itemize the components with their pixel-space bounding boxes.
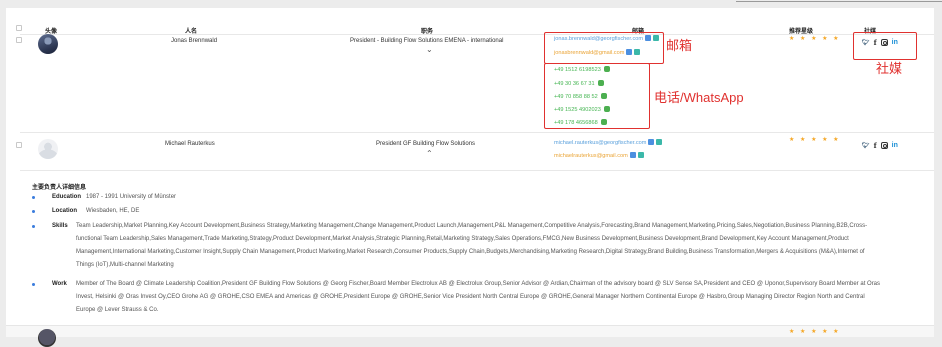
row-divider xyxy=(20,132,934,133)
person-name[interactable]: Jonas Brennwald xyxy=(171,38,217,44)
email-personal-text[interactable]: michaelrauterkus@gmail.com xyxy=(554,153,628,159)
facebook-icon[interactable]: f xyxy=(874,141,877,150)
twitter-icon[interactable]: 🐦︎ xyxy=(862,142,870,149)
detail-skills: Skills Team Leadership,Market Planning,K… xyxy=(32,220,882,272)
detail-value: Member of The Board @ Climate Leadership… xyxy=(76,281,881,313)
row-checkbox[interactable] xyxy=(16,142,22,148)
email-personal[interactable]: michaelrauterkus@gmail.com xyxy=(554,152,644,159)
bullet-icon xyxy=(32,210,35,213)
chevron-up-icon[interactable]: ⌃ xyxy=(426,149,433,158)
phone-annotation-label: 电话/WhatsApp xyxy=(654,90,744,105)
person-name[interactable]: Michael Rauterkus xyxy=(165,141,215,147)
phone-annotation-box xyxy=(544,63,650,129)
verified-badge-icon xyxy=(629,152,636,158)
person-title: President GF Building Flow Solutions xyxy=(376,141,476,147)
email-annotation-box xyxy=(544,32,664,64)
detail-label: Location xyxy=(52,208,77,214)
linkedin-icon[interactable]: in xyxy=(892,142,898,149)
verified-badge-icon xyxy=(648,139,655,145)
table-row: ★ ★ ★ ★ ★ xyxy=(6,325,934,347)
detail-label: Skills xyxy=(52,223,68,229)
detail-value: Team Leadership,Market Planning,Key Acco… xyxy=(76,223,868,268)
user-badge-icon xyxy=(656,139,663,145)
person-title: President - Building Flow Solutions EMEN… xyxy=(350,38,504,44)
bullet-icon xyxy=(32,225,35,228)
chevron-down-icon[interactable]: ⌄ xyxy=(426,45,433,54)
detail-education: Education 1987 - 1991 University of Müns… xyxy=(32,191,882,204)
row-divider xyxy=(20,170,934,171)
rating-stars: ★ ★ ★ ★ ★ xyxy=(789,137,841,143)
email-work-text[interactable]: michael.rauterkus@georgfischer.com xyxy=(554,140,646,146)
user-badge-icon xyxy=(637,152,644,158)
detail-work: Work Member of The Board @ Climate Leade… xyxy=(32,278,882,318)
avatar[interactable] xyxy=(38,329,56,347)
detail-label: Work xyxy=(52,281,67,287)
rating-stars: ★ ★ ★ ★ ★ xyxy=(789,36,841,42)
bullet-icon xyxy=(32,283,35,286)
social-links: 🐦︎ f in xyxy=(862,141,898,150)
social-annotation-label: 社媒 xyxy=(876,61,903,76)
select-all-checkbox[interactable] xyxy=(16,25,22,31)
detail-location: Location Wiesbaden, HE, DE xyxy=(32,205,882,218)
row-checkbox[interactable] xyxy=(16,37,22,43)
email-work[interactable]: michael.rauterkus@georgfischer.com xyxy=(554,139,663,146)
email-annotation-label: 邮箱 xyxy=(666,38,693,53)
detail-label: Education xyxy=(52,194,82,200)
social-annotation-box xyxy=(853,32,917,60)
bullet-icon xyxy=(32,196,35,199)
detail-value: Wiesbaden, HE, DE xyxy=(86,208,140,214)
rating-stars: ★ ★ ★ ★ ★ xyxy=(789,329,841,335)
contacts-table: 头像 人名 职务 邮箱 推荐星级 社媒 Jonas Brennwald Pres… xyxy=(6,8,934,347)
detail-title: 主要负责人详细信息 xyxy=(32,185,87,191)
avatar[interactable] xyxy=(38,139,58,159)
avatar[interactable] xyxy=(38,34,58,54)
detail-value: 1987 - 1991 University of Münster xyxy=(86,194,177,200)
window-top-edge xyxy=(736,1,942,2)
instagram-icon[interactable] xyxy=(880,142,888,149)
